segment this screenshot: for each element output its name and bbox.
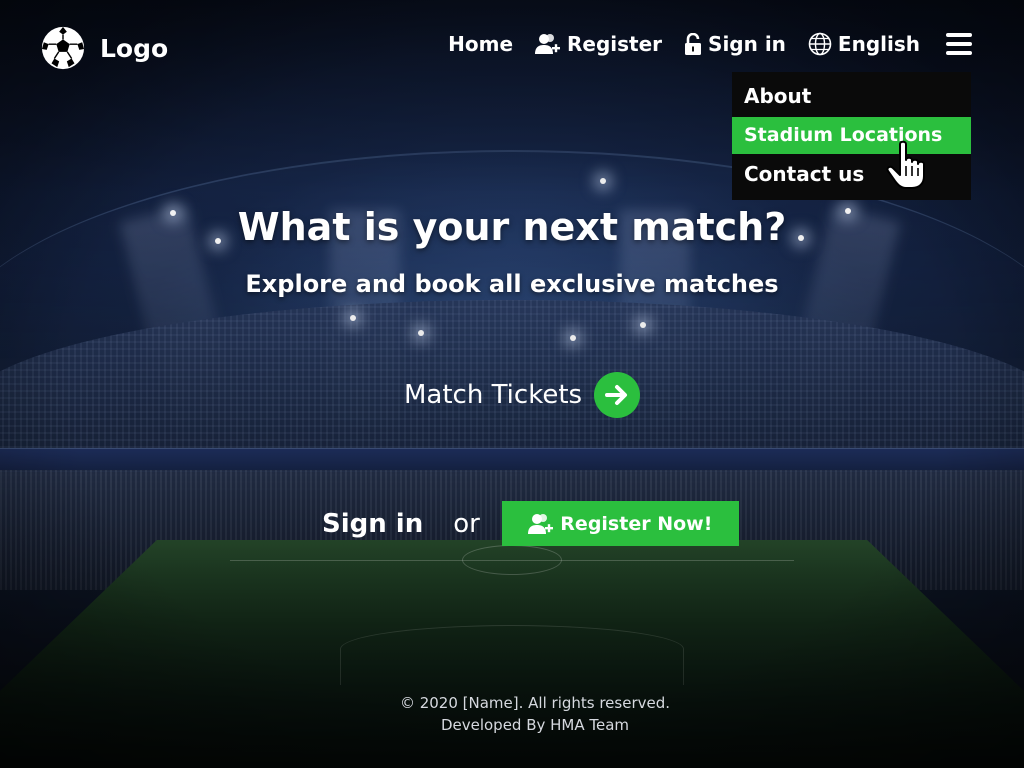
- nav-register-link[interactable]: Register: [535, 32, 662, 56]
- footer-copyright: © 2020 [Name]. All rights reserved.: [399, 694, 671, 712]
- menu-item-contact-us[interactable]: Contact us: [732, 156, 971, 193]
- menu-item-stadium-locations[interactable]: Stadium Locations: [732, 117, 971, 154]
- match-tickets-button[interactable]: Match Tickets: [404, 372, 641, 418]
- user-plus-icon: [528, 513, 554, 534]
- register-now-label: Register Now!: [560, 512, 713, 535]
- hamburger-menu-icon[interactable]: [946, 33, 972, 55]
- globe-icon: [808, 32, 832, 56]
- nav-language-label: English: [837, 32, 920, 56]
- nav-signin-label: Sign in: [708, 32, 786, 56]
- nav-register-label: Register: [567, 32, 663, 56]
- lock-icon: [685, 33, 702, 55]
- arrow-right-icon: [605, 385, 628, 405]
- hamburger-bar: [946, 42, 972, 46]
- top-navigation: Home Register Sign in English: [448, 32, 972, 56]
- user-plus-icon: [535, 34, 561, 54]
- nav-language-selector[interactable]: English: [808, 32, 920, 56]
- nav-signin-link[interactable]: Sign in: [684, 32, 786, 56]
- hand-pointer-cursor-icon: [886, 140, 925, 189]
- site-logo[interactable]: Logo: [40, 25, 168, 71]
- auth-actions: Sign in or Register Now!: [322, 501, 739, 546]
- match-tickets-label: Match Tickets: [404, 380, 583, 410]
- footer-developer: Developed By HMA Team: [440, 716, 630, 734]
- page-footer: © 2020 [Name]. All rights reserved. Deve…: [0, 692, 1024, 736]
- hamburger-bar: [946, 51, 972, 55]
- nav-home-label: Home: [448, 32, 514, 56]
- hero-signin-link[interactable]: Sign in: [322, 509, 423, 539]
- hero-title: What is your next match?: [237, 205, 787, 249]
- register-now-button[interactable]: Register Now!: [501, 501, 739, 546]
- or-separator: or: [453, 508, 480, 539]
- nav-home-link[interactable]: Home: [448, 32, 513, 56]
- hero-subtitle: Explore and book all exclusive matches: [245, 270, 779, 298]
- logo-text: Logo: [100, 33, 169, 63]
- hamburger-dropdown-menu: About Stadium Locations Contact us: [732, 72, 971, 200]
- soccer-ball-icon: [41, 26, 85, 70]
- menu-item-about[interactable]: About: [732, 78, 971, 115]
- arrow-right-circle-icon: [594, 372, 641, 418]
- hamburger-bar: [946, 33, 972, 37]
